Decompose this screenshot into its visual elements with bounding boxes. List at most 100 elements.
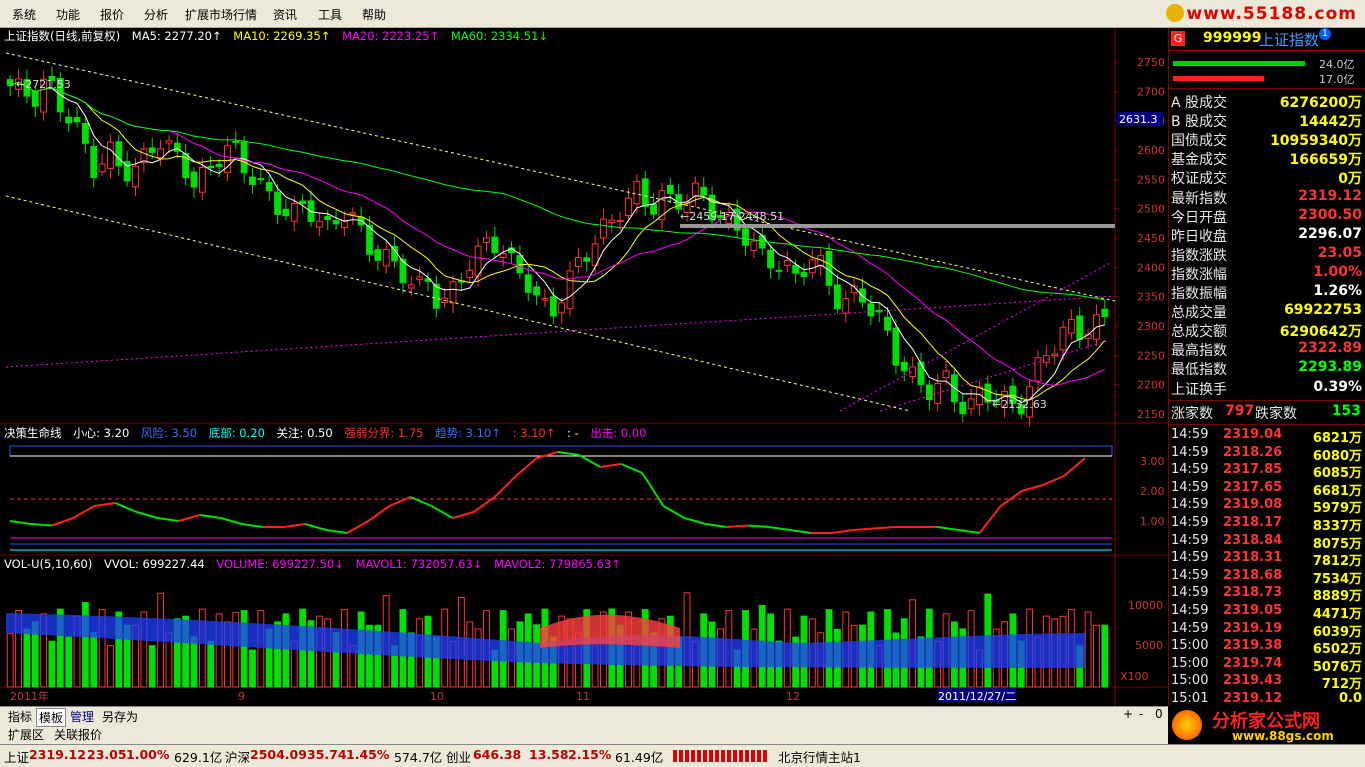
chart-canvas[interactable]: 2750270026502600255025002450240023502300…: [0, 28, 1168, 706]
stat-label: 上证换手: [1171, 381, 1227, 398]
candle-body: [666, 184, 674, 194]
indicator-info-line: 决策生命线 小心: 3.20 风险: 3.50 底部: 0.20 关注: 0.5…: [4, 425, 655, 441]
menu-function[interactable]: 功能: [56, 6, 80, 23]
candle-body: [299, 200, 307, 204]
stat-row: 总成交额 6290642万: [1171, 321, 1362, 340]
period-label[interactable]: 日线: [1118, 690, 1146, 707]
tick-volume: 7534万: [1312, 571, 1362, 587]
main-info-line: 上证指数(日线,前复权) MA5: 2277.20↑ MA10: 2269.35…: [4, 28, 556, 44]
volume-vvol: VVOL: 699227.44: [104, 557, 205, 571]
sh-name: 上证: [4, 750, 30, 765]
indicator-qiangruo: 强弱分界: 1.75: [344, 426, 424, 440]
candle-body: [98, 163, 106, 173]
zoom-in-button[interactable]: +: [1121, 707, 1135, 721]
sz-change: 35.74: [307, 747, 347, 762]
tick-price: 2318.73: [1223, 585, 1283, 601]
price-axis-label: 2700: [1137, 85, 1165, 98]
tick-row: 15:00 2319.74 5076万: [1171, 656, 1362, 675]
annotation-high: ←2721.53: [16, 78, 71, 91]
candle-body: [574, 257, 582, 267]
stat-row: 昨日收盘 2296.07: [1171, 226, 1362, 245]
tick-volume: 6085万: [1312, 466, 1362, 482]
tab-extended-area[interactable]: 扩展区: [6, 726, 46, 743]
candle-body: [616, 219, 624, 222]
sh-amount: 629.1亿: [174, 750, 223, 765]
price-axis-label: 2450: [1137, 232, 1165, 245]
stat-label: 指数涨幅: [1171, 266, 1227, 283]
server-name[interactable]: 北京行情主站1: [778, 747, 861, 766]
current-price-tag: 2631.3: [1119, 113, 1158, 126]
sz-name: 沪深: [225, 750, 251, 765]
menu-tools[interactable]: 工具: [318, 6, 342, 23]
candle-body: [524, 274, 532, 293]
candle-body: [483, 237, 490, 243]
candle-body: [867, 303, 875, 317]
zoom-reset-button[interactable]: 0: [1153, 707, 1165, 721]
index-title: 上证指数(日线,前复权): [4, 29, 121, 43]
stat-value: 6290642万: [1279, 324, 1362, 341]
stat-value: 2293.89: [1298, 359, 1362, 376]
volume-volume: VOLUME: 699227.50↓: [216, 557, 344, 571]
menu-news[interactable]: 资讯: [273, 6, 297, 23]
volume-axis-label: X100: [1120, 670, 1149, 683]
tab-indicator[interactable]: 指标: [6, 708, 34, 725]
exchange-badge: G: [1171, 31, 1185, 46]
tick-price: 2319.12: [1223, 691, 1283, 706]
tab-template[interactable]: 模板: [36, 708, 67, 727]
volume-name: VOL-U(5,10,60): [4, 557, 93, 571]
volume-bar: [107, 645, 114, 688]
advancers-count: 797: [1225, 403, 1255, 419]
info-icon[interactable]: 1: [1319, 28, 1331, 40]
index-name[interactable]: 上证指数: [1259, 29, 1319, 50]
menu-help[interactable]: 帮助: [362, 6, 386, 23]
tick-price: 2319.38: [1223, 638, 1283, 654]
candle-body: [566, 270, 574, 310]
stat-label: B 股成交: [1171, 114, 1228, 131]
candle-body: [800, 271, 808, 277]
site-logo[interactable]: www.55188.com: [1166, 4, 1357, 24]
price-axis-label: 2200: [1137, 379, 1165, 392]
sell-volume-bar: [1173, 76, 1264, 81]
candle-body: [650, 203, 658, 215]
stat-value: 14442万: [1299, 114, 1362, 131]
menu-analysis[interactable]: 分析: [144, 6, 168, 23]
tick-time: 14:59: [1171, 550, 1209, 566]
chart-background: [0, 28, 1168, 706]
quote-panel: G 999999 上证指数 1 24.0亿 17.0亿 A 股成交 6276200…: [1168, 28, 1365, 706]
candle-body: [1059, 326, 1067, 351]
candle-body: [1101, 308, 1109, 317]
annotation-mid: ←2459.17-2448.51: [680, 210, 784, 223]
ma20-label: MA20: 2223.25↑: [342, 29, 440, 43]
tab-save-as[interactable]: 另存为: [100, 708, 140, 725]
tick-volume: 6821万: [1312, 431, 1362, 446]
tick-volume: 0.0: [1338, 691, 1362, 706]
candle-body: [583, 257, 591, 262]
chart-area[interactable]: 2750270026502600255025002450240023502300…: [0, 28, 1168, 706]
menu-quote[interactable]: 报价: [100, 6, 124, 23]
cy-amount: 61.49亿: [615, 750, 664, 765]
tick-row: 14:59 2318.17 8337万: [1171, 515, 1362, 534]
candle-body: [959, 401, 967, 415]
volume-bar: [257, 610, 265, 688]
zoom-out-button[interactable]: -: [1137, 707, 1145, 721]
menu-system[interactable]: 系统: [12, 6, 36, 23]
candle-body: [349, 212, 357, 215]
candle-body: [884, 316, 891, 331]
price-axis-label: 2300: [1137, 320, 1165, 333]
menu-extended-market[interactable]: 扩展市场行情: [185, 6, 257, 23]
sz-price: 2504.09: [250, 747, 307, 762]
candle-body: [967, 398, 975, 410]
candle-body: [391, 245, 398, 262]
tick-volume: 8337万: [1312, 519, 1362, 534]
candle-body: [700, 186, 708, 196]
tab-manage[interactable]: 管理: [68, 708, 96, 725]
candle-body: [541, 298, 549, 301]
stat-label: A 股成交: [1171, 95, 1228, 111]
volume-bar: [65, 636, 73, 688]
tick-time: 14:59: [1171, 427, 1209, 442]
tick-volume: 8075万: [1312, 536, 1362, 552]
volume-bar: [249, 649, 256, 688]
tab-related-quotes[interactable]: 关联报价: [52, 726, 104, 743]
price-axis-label: 2350: [1137, 291, 1165, 304]
tick-row: 14:59 2317.85 6085万: [1171, 462, 1362, 482]
